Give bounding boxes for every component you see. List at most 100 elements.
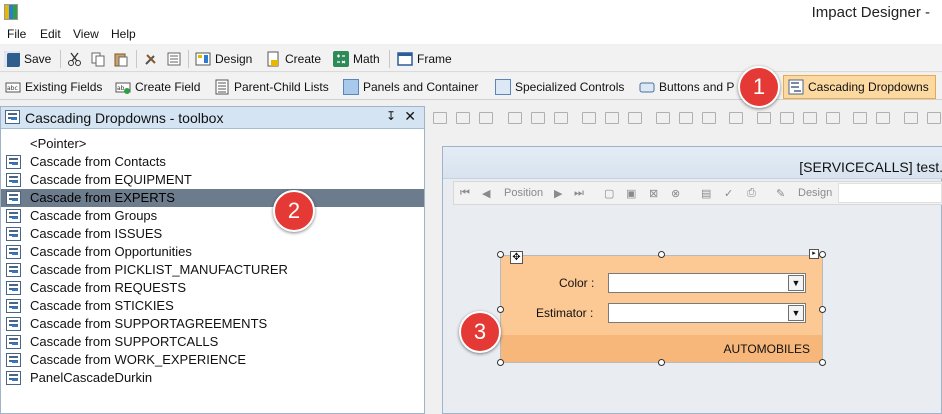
align-tool-icon[interactable]: [605, 112, 619, 124]
align-tool-icon[interactable]: [531, 112, 545, 124]
tab-existing-fields[interactable]: abc Existing Fields: [5, 77, 102, 97]
smart-tag-icon[interactable]: ▸: [809, 249, 819, 259]
tab-label: Cascading Dropdowns: [808, 80, 929, 94]
title-bar: Impact Designer -: [0, 0, 942, 24]
resize-handle[interactable]: [658, 251, 665, 258]
save-label: Save: [24, 52, 52, 66]
toolbox-item[interactable]: Cascade from EQUIPMENT: [1, 171, 424, 189]
align-tool-icon[interactable]: [702, 112, 716, 124]
menu-edit[interactable]: Edit: [40, 27, 61, 41]
align-tool-icon[interactable]: [927, 112, 941, 124]
align-tool-icon[interactable]: [780, 112, 794, 124]
print-icon[interactable]: ⎙: [747, 187, 756, 200]
tab-label: Buttons and P: [659, 80, 735, 94]
align-tool-icon[interactable]: [656, 112, 670, 124]
cancel-record-icon[interactable]: ⊠: [649, 187, 658, 200]
pin-icon[interactable]: ↧: [386, 109, 396, 123]
toolbox-item[interactable]: Cascade from Contacts: [1, 153, 424, 171]
align-tool-icon[interactable]: [628, 112, 642, 124]
previous-record-icon[interactable]: ◀: [482, 187, 490, 200]
align-tool-icon[interactable]: [456, 112, 470, 124]
align-tool-icon[interactable]: [803, 112, 817, 124]
toolbox-item[interactable]: PanelCascadeDurkin: [1, 369, 424, 387]
design-mode-icon[interactable]: ✎: [776, 187, 785, 200]
save-record-icon[interactable]: ▣: [626, 187, 636, 200]
menu-view[interactable]: View: [73, 27, 99, 41]
align-tool-icon[interactable]: [876, 112, 890, 124]
close-icon[interactable]: ✕: [404, 108, 416, 125]
toolbox-item[interactable]: Cascade from REQUESTS: [1, 279, 424, 297]
resize-handle[interactable]: [819, 306, 826, 313]
align-tool-icon[interactable]: [479, 112, 493, 124]
toolbox-item[interactable]: Cascade from PICKLIST_MANUFACTURER: [1, 261, 424, 279]
align-tool-icon[interactable]: [729, 112, 743, 124]
spellcheck-icon[interactable]: ✓: [724, 187, 733, 200]
toolbox-item-label: Cascade from PICKLIST_MANUFACTURER: [30, 262, 288, 277]
tab-buttons[interactable]: Buttons and P: [639, 77, 734, 97]
last-record-icon[interactable]: ⏭: [574, 187, 584, 200]
chevron-down-icon[interactable]: ▼: [788, 305, 804, 321]
panel-footer: AUTOMOBILES: [501, 335, 822, 362]
toolbox-item[interactable]: Cascade from SUPPORTCALLS: [1, 333, 424, 351]
list-icon: [214, 79, 230, 95]
create-button[interactable]: Create: [265, 49, 321, 69]
math-button[interactable]: Math: [333, 49, 380, 69]
toolbox-panel: Cascading Dropdowns - toolbox ↧ ✕ <Point…: [0, 106, 425, 414]
align-tool-icon[interactable]: [904, 112, 918, 124]
nav-search-input[interactable]: [838, 183, 942, 203]
toolbox-item[interactable]: Cascade from SUPPORTAGREEMENTS: [1, 315, 424, 333]
resize-handle[interactable]: [819, 251, 826, 258]
align-tool-icon[interactable]: [508, 112, 522, 124]
cut-icon[interactable]: [67, 51, 83, 67]
report-icon[interactable]: ▤: [701, 187, 711, 200]
tab-create-field[interactable]: ab Create Field: [115, 77, 200, 97]
color-dropdown[interactable]: ▼: [608, 273, 806, 293]
tab-cascading-dropdowns[interactable]: Cascading Dropdowns: [783, 75, 936, 99]
tab-panels-container[interactable]: Panels and Container: [343, 77, 478, 97]
layout-toolbar: [428, 104, 942, 130]
align-tool-icon[interactable]: [433, 112, 447, 124]
toolbox-item[interactable]: Cascade from EXPERTS: [1, 189, 424, 207]
align-tool-icon[interactable]: [826, 112, 840, 124]
cascade-panel[interactable]: Color : ▼ Estimator : ▼ AUTOMOBILES: [500, 255, 823, 363]
move-icon[interactable]: ✥: [510, 251, 523, 264]
align-tool-icon[interactable]: [853, 112, 867, 124]
menu-help[interactable]: Help: [111, 27, 136, 41]
menu-file[interactable]: File: [7, 27, 26, 41]
tab-parent-child-lists[interactable]: Parent-Child Lists: [214, 77, 329, 97]
toolbox-item[interactable]: Cascade from ISSUES: [1, 225, 424, 243]
next-record-icon[interactable]: ▶: [554, 187, 562, 200]
paste-icon[interactable]: [113, 51, 129, 67]
save-button[interactable]: Save: [4, 49, 51, 69]
resize-handle[interactable]: [497, 359, 504, 366]
delete-record-icon[interactable]: ⊗: [671, 187, 680, 200]
callout-2: 2: [273, 190, 315, 232]
first-record-icon[interactable]: ⏮: [460, 187, 470, 200]
frame-button[interactable]: Frame: [397, 49, 452, 69]
align-tool-icon[interactable]: [679, 112, 693, 124]
resize-handle[interactable]: [658, 359, 665, 366]
copy-icon[interactable]: [90, 51, 106, 67]
design-mode-label[interactable]: Design: [798, 187, 832, 199]
properties-icon[interactable]: [166, 51, 182, 67]
toolbox-item[interactable]: Cascade from Groups: [1, 207, 424, 225]
tab-specialized-controls[interactable]: Specialized Controls: [495, 77, 624, 97]
chevron-down-icon[interactable]: ▼: [788, 275, 804, 291]
toolbox-item[interactable]: Cascade from Opportunities: [1, 243, 424, 261]
tab-label: Specialized Controls: [515, 80, 625, 94]
align-tool-icon[interactable]: [582, 112, 596, 124]
design-button[interactable]: Design: [195, 49, 252, 69]
resize-handle[interactable]: [819, 359, 826, 366]
estimator-dropdown[interactable]: ▼: [608, 303, 806, 323]
align-tool-icon[interactable]: [757, 112, 771, 124]
callout-1: 1: [738, 66, 780, 108]
toolbox-item[interactable]: Cascade from STICKIES: [1, 297, 424, 315]
align-tool-icon[interactable]: [554, 112, 568, 124]
create-field-icon: ab: [115, 79, 131, 95]
toolbox-item[interactable]: Cascade from WORK_EXPERIENCE: [1, 351, 424, 369]
tools-icon[interactable]: [143, 51, 159, 67]
toolbox-item-pointer[interactable]: <Pointer>: [1, 135, 424, 153]
resize-handle[interactable]: [497, 306, 504, 313]
resize-handle[interactable]: [497, 251, 504, 258]
new-record-icon[interactable]: ▢: [604, 187, 614, 200]
